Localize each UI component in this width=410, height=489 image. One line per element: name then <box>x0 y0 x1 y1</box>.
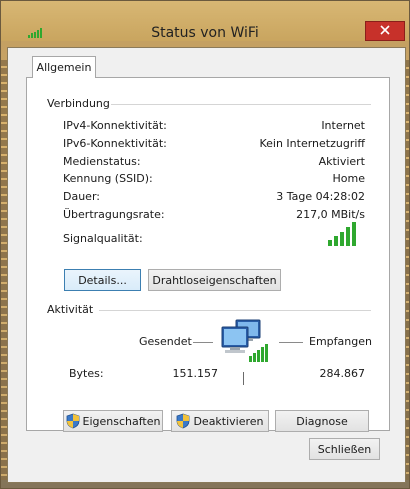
close-window-button[interactable] <box>365 21 405 41</box>
wireless-properties-button[interactable]: Drahtloseigenschaften <box>148 269 281 291</box>
group-title-connection: Verbindung <box>47 97 110 110</box>
group-divider <box>111 104 371 105</box>
row-value-ipv6: Kein Internetzugriff <box>259 137 365 150</box>
row-label-signal: Signalqualität: <box>63 232 143 245</box>
window-title: Status von WiFi <box>151 25 259 41</box>
bytes-sent-value: 151.157 <box>172 367 219 380</box>
uac-shield-icon <box>66 413 80 429</box>
bytes-received-value: 284.867 <box>319 367 366 380</box>
bytes-divider <box>243 372 244 385</box>
row-value-media: Aktiviert <box>318 155 365 168</box>
sent-connector <box>193 342 213 343</box>
uac-shield-icon <box>176 413 190 429</box>
row-value-duration: 3 Tage 04:28:02 <box>276 190 365 203</box>
tab-allgemein[interactable]: Allgemein <box>32 56 96 78</box>
group-title-activity: Aktivität <box>47 303 94 316</box>
row-label-rate: Übertragungsrate: <box>63 208 165 221</box>
bytes-label: Bytes: <box>69 367 104 380</box>
row-label-media: Medienstatus: <box>63 155 141 168</box>
network-computers-icon <box>219 318 269 367</box>
sent-label: Gesendet <box>139 335 192 348</box>
row-value-rate: 217,0 MBit/s <box>296 208 365 221</box>
properties-button-label: Eigenschaften <box>82 414 161 428</box>
row-label-duration: Dauer: <box>63 190 100 203</box>
row-value-ipv4: Internet <box>321 119 365 132</box>
tab-panel-allgemein: Verbindung IPv4-Konnektivität: Internet … <box>26 77 390 432</box>
diagnose-button[interactable]: Diagnose <box>275 410 369 432</box>
row-label-ssid: Kennung (SSID): <box>63 172 153 185</box>
deactivate-button-label: Deaktivieren <box>193 414 264 428</box>
dialog-client-area: Allgemein Verbindung IPv4-Konnektivität:… <box>7 47 406 483</box>
close-icon <box>380 24 390 38</box>
details-button[interactable]: Details... <box>64 269 141 291</box>
row-label-ipv6: IPv6-Konnektivität: <box>63 137 167 150</box>
group-divider <box>99 310 371 311</box>
deactivate-button[interactable]: Deaktivieren <box>171 410 269 432</box>
received-connector <box>279 342 303 343</box>
title-bar[interactable]: Status von WiFi <box>1 1 409 41</box>
received-label: Empfangen <box>309 335 372 348</box>
status-window: Status von WiFi Allgemein Verbindung IPv… <box>0 0 410 489</box>
row-label-ipv4: IPv4-Konnektivität: <box>63 119 167 132</box>
properties-button[interactable]: Eigenschaften <box>63 410 163 432</box>
close-button[interactable]: Schließen <box>309 438 380 460</box>
row-value-ssid: Home <box>332 172 365 185</box>
signal-quality-icon <box>327 222 359 249</box>
